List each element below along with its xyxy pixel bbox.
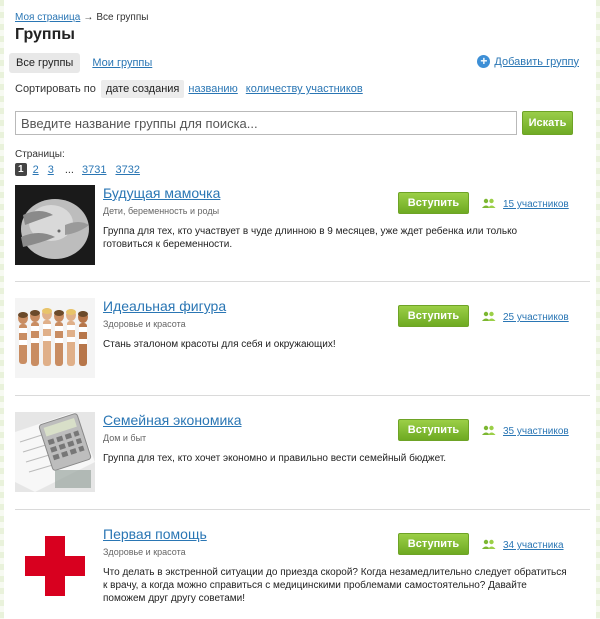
breadcrumb-home-link[interactable]: Моя страница bbox=[15, 12, 80, 23]
join-button[interactable]: Вступить bbox=[398, 305, 469, 327]
people-icon bbox=[482, 539, 496, 552]
join-button[interactable]: Вступить bbox=[398, 419, 469, 441]
people-icon bbox=[482, 198, 496, 211]
breadcrumb-current: Все группы bbox=[96, 12, 149, 23]
pagination: Страницы: 1 2 3 ... 3731 3732 bbox=[15, 149, 149, 176]
group-thumbnail-pregnancy[interactable] bbox=[15, 185, 95, 265]
add-group-link[interactable]: Добавить группу bbox=[494, 56, 579, 68]
tab-my-groups[interactable]: Мои группы bbox=[85, 53, 159, 73]
members-info: 15 участников bbox=[482, 198, 569, 211]
sort-by-date[interactable]: дате создания bbox=[100, 80, 185, 98]
plus-circle-icon: + bbox=[477, 55, 491, 68]
group-category: Дети, беременность и роды bbox=[103, 206, 220, 216]
group-title[interactable]: Первая помощь bbox=[103, 526, 207, 542]
join-button[interactable]: Вступить bbox=[398, 192, 469, 214]
divider bbox=[15, 395, 590, 396]
group-thumbnail-calculator[interactable] bbox=[15, 412, 95, 492]
sort-by-name[interactable]: названию bbox=[188, 83, 237, 95]
members-link[interactable]: 15 участников bbox=[503, 199, 569, 210]
people-icon bbox=[482, 311, 496, 324]
page-link[interactable]: 3732 bbox=[115, 164, 139, 176]
breadcrumb-arrow: → bbox=[83, 12, 94, 23]
divider bbox=[15, 281, 590, 282]
sort-label: Сортировать по bbox=[15, 83, 96, 95]
group-item: Первая помощь Здоровье и красота Что дел… bbox=[15, 526, 590, 619]
search-input[interactable] bbox=[15, 111, 517, 135]
page-ellipsis: ... bbox=[64, 163, 74, 176]
sort-by-members[interactable]: количеству участников bbox=[246, 83, 363, 95]
group-description: Группа для тех, кто участвует в чуде дли… bbox=[103, 226, 518, 250]
group-item: Семейная экономика Дом и быт Группа для … bbox=[15, 412, 590, 518]
breadcrumb: Моя страница → Все группы bbox=[15, 12, 148, 23]
people-icon bbox=[482, 425, 496, 438]
left-edge-decoration bbox=[0, 0, 4, 619]
group-item: Будущая мамочка Дети, беременность и род… bbox=[15, 185, 590, 291]
sort-bar: Сортировать по дате создания названию ко… bbox=[15, 80, 371, 98]
group-category: Дом и быт bbox=[103, 433, 147, 443]
group-title[interactable]: Семейная экономика bbox=[103, 412, 242, 428]
members-link[interactable]: 34 участника bbox=[503, 540, 564, 551]
members-info: 34 участника bbox=[482, 539, 564, 552]
group-title[interactable]: Будущая мамочка bbox=[103, 185, 220, 201]
page-link[interactable]: 3 bbox=[48, 164, 54, 176]
group-title[interactable]: Идеальная фигура bbox=[103, 298, 226, 314]
tab-all-groups[interactable]: Все группы bbox=[9, 53, 81, 73]
tab-bar: Все группы Мои группы bbox=[9, 53, 164, 73]
page-link[interactable]: 3731 bbox=[82, 164, 106, 176]
members-info: 25 участников bbox=[482, 311, 569, 324]
pagination-label: Страницы: bbox=[15, 149, 65, 160]
join-button[interactable]: Вступить bbox=[398, 533, 469, 555]
search-button[interactable]: Искать bbox=[522, 111, 573, 135]
page-current: 1 bbox=[15, 163, 27, 176]
group-description: Что делать в экстренной ситуации до прие… bbox=[103, 567, 567, 604]
members-info: 35 участников bbox=[482, 425, 569, 438]
group-description: Стань эталоном красоты для себя и окружа… bbox=[103, 339, 336, 350]
members-link[interactable]: 25 участников bbox=[503, 312, 569, 323]
page-link[interactable]: 2 bbox=[33, 164, 39, 176]
divider bbox=[15, 509, 590, 510]
group-thumbnail-models[interactable] bbox=[15, 298, 95, 378]
group-item: Идеальная фигура Здоровье и красота Стан… bbox=[15, 298, 590, 404]
members-link[interactable]: 35 участников bbox=[503, 426, 569, 437]
right-edge-decoration bbox=[596, 0, 600, 619]
page-title: Группы bbox=[15, 26, 75, 43]
group-category: Здоровье и красота bbox=[103, 319, 186, 329]
group-category: Здоровье и красота bbox=[103, 547, 186, 557]
add-group-button[interactable]: + Добавить группу bbox=[477, 55, 579, 68]
group-thumbnail-red-cross[interactable] bbox=[15, 526, 95, 606]
group-description: Группа для тех, кто хочет экономно и пра… bbox=[103, 453, 447, 464]
